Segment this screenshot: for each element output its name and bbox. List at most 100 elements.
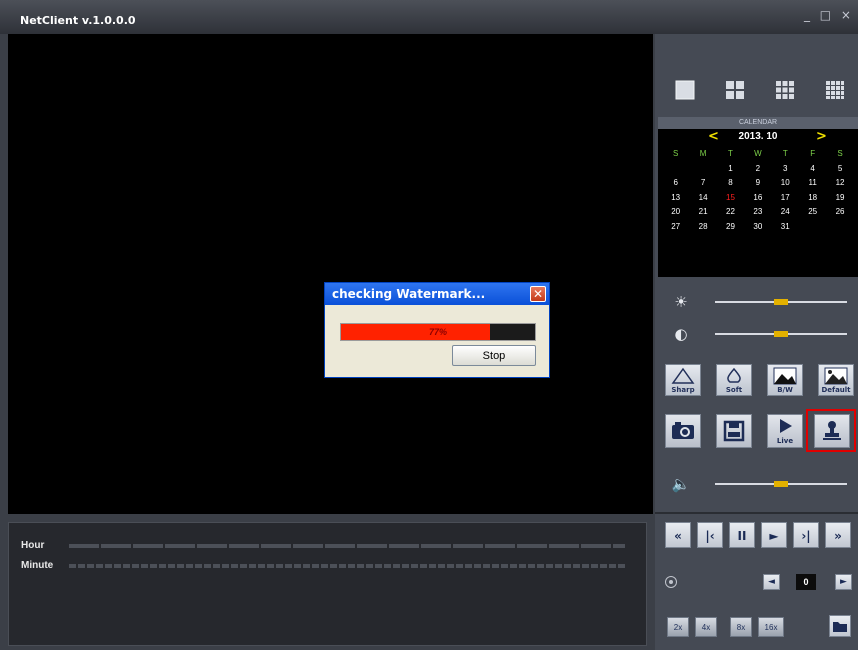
default-icon [824,367,848,385]
calendar-day[interactable]: 7 [689,176,716,191]
live-label: Live [776,437,794,445]
calendar-day[interactable]: 31 [772,220,799,235]
watermark-button[interactable] [814,414,850,448]
soft-label: Soft [725,386,743,394]
app-title: NetClient v.1.0.0.0 [20,14,136,27]
calendar-weekday: F [810,149,816,158]
calendar-weekday: T [728,149,733,158]
calendar-weekday: S [673,149,679,158]
bw-label: B/W [777,386,793,394]
calendar-day[interactable]: 21 [689,205,716,220]
calendar-day[interactable]: 12 [826,176,853,191]
calendar-day[interactable]: 11 [799,176,826,191]
close-icon[interactable]: ✕ [530,286,546,302]
stop-button[interactable]: Stop [452,345,536,366]
calendar-empty [662,162,689,177]
progress-bar: 77% [340,323,536,341]
next-frame-button[interactable]: ► [835,574,852,590]
floppy-disk-icon [723,420,745,442]
speed-16x-button[interactable]: 16x [758,617,784,637]
calendar-day[interactable]: 25 [799,205,826,220]
title-bar: NetClient v.1.0.0.0 _ □ × [0,0,858,34]
calendar-day[interactable]: 2 [744,162,771,177]
calendar-weekday: M [699,149,707,158]
calendar-day[interactable]: 1 [717,162,744,177]
calendar-weekday: T [782,149,788,158]
calendar-grid: S M T W T F S 1 2 3 4 5 6 7 8 9 10 11 12 13 14 15 16 17 18 19 20 21… [662,147,854,234]
layout-3x3-icon[interactable] [775,80,795,100]
calendar-nav: < 2013. 10 > [658,129,858,145]
next-month-button[interactable]: > [816,129,827,144]
brightness-thumb[interactable] [774,299,788,305]
record-indicator-icon [665,576,677,588]
calendar-day[interactable]: 29 [717,220,744,235]
layout-1x1-icon[interactable] [675,80,695,100]
snapshot-button[interactable] [665,414,701,448]
prev-frame-button[interactable]: ◄ [763,574,780,590]
frame-counter: 0 [796,574,816,590]
calendar-day[interactable]: 5 [826,162,853,177]
calendar-day[interactable]: 15 [717,191,744,206]
step-forward-button[interactable]: ›| [793,522,819,548]
calendar: CALENDAR < 2013. 10 > S M T W T F S 1 2 3 4 5 6 7 8 9 10… [658,117,858,277]
sharp-button[interactable]: Sharp [665,364,701,396]
calendar-day[interactable]: 13 [662,191,689,206]
soft-button[interactable]: Soft [716,364,752,396]
calendar-day[interactable]: 10 [772,176,799,191]
calendar-day[interactable]: 24 [772,205,799,220]
minute-label: Minute [21,560,54,571]
calendar-day[interactable]: 6 [662,176,689,191]
minute-track[interactable] [69,564,625,568]
calendar-day[interactable]: 19 [826,191,853,206]
calendar-weekday: S [837,149,843,158]
calendar-day[interactable]: 27 [662,220,689,235]
fast-rewind-button[interactable]: « [665,522,691,548]
soft-icon [727,367,741,383]
brightness-slider[interactable]: ☀ [665,292,855,312]
pause-button[interactable]: II [729,522,755,548]
contrast-thumb[interactable] [774,331,788,337]
calendar-day[interactable]: 18 [799,191,826,206]
speed-2x-button[interactable]: 2x [667,617,689,637]
control-panel: CALENDAR < 2013. 10 > S M T W T F S 1 2 3 4 5 6 7 8 9 10… [655,34,858,650]
calendar-day[interactable]: 17 [772,191,799,206]
calendar-day[interactable]: 30 [744,220,771,235]
calendar-day[interactable]: 9 [744,176,771,191]
speed-8x-button[interactable]: 8x [730,617,752,637]
calendar-day[interactable]: 16 [744,191,771,206]
calendar-day[interactable]: 14 [689,191,716,206]
open-folder-button[interactable] [829,615,851,637]
video-view[interactable] [8,34,653,514]
hour-track[interactable] [69,544,625,548]
volume-slider[interactable]: 🔈 [665,474,855,494]
save-button[interactable] [716,414,752,448]
calendar-day[interactable]: 26 [826,205,853,220]
contrast-icon: ◐ [674,325,688,343]
calendar-day[interactable]: 22 [717,205,744,220]
speed-4x-button[interactable]: 4x [695,617,717,637]
contrast-slider[interactable]: ◐ [665,324,855,344]
calendar-day[interactable]: 28 [689,220,716,235]
step-back-button[interactable]: |‹ [697,522,723,548]
default-button[interactable]: Default [818,364,854,396]
play-icon [780,419,792,433]
calendar-day[interactable]: 20 [662,205,689,220]
calendar-day[interactable]: 8 [717,176,744,191]
progress-text: 77% [428,327,447,337]
play-button[interactable]: ► [761,522,787,548]
calendar-day[interactable]: 4 [799,162,826,177]
fast-forward-button[interactable]: » [825,522,851,548]
calendar-day[interactable]: 23 [744,205,771,220]
volume-thumb[interactable] [774,481,788,487]
calendar-empty [689,162,716,177]
dialog-title: checking Watermark... [325,283,549,305]
brightness-icon: ☀ [674,293,688,311]
window-controls[interactable]: _ □ × [804,8,854,22]
calendar-day[interactable]: 3 [772,162,799,177]
bw-button[interactable]: B/W [767,364,803,396]
layout-2x2-icon[interactable] [725,80,745,100]
layout-4x4-icon[interactable] [825,80,845,100]
speaker-icon: 🔈 [671,475,691,493]
divider [655,512,858,514]
live-button[interactable]: Live [767,414,803,448]
